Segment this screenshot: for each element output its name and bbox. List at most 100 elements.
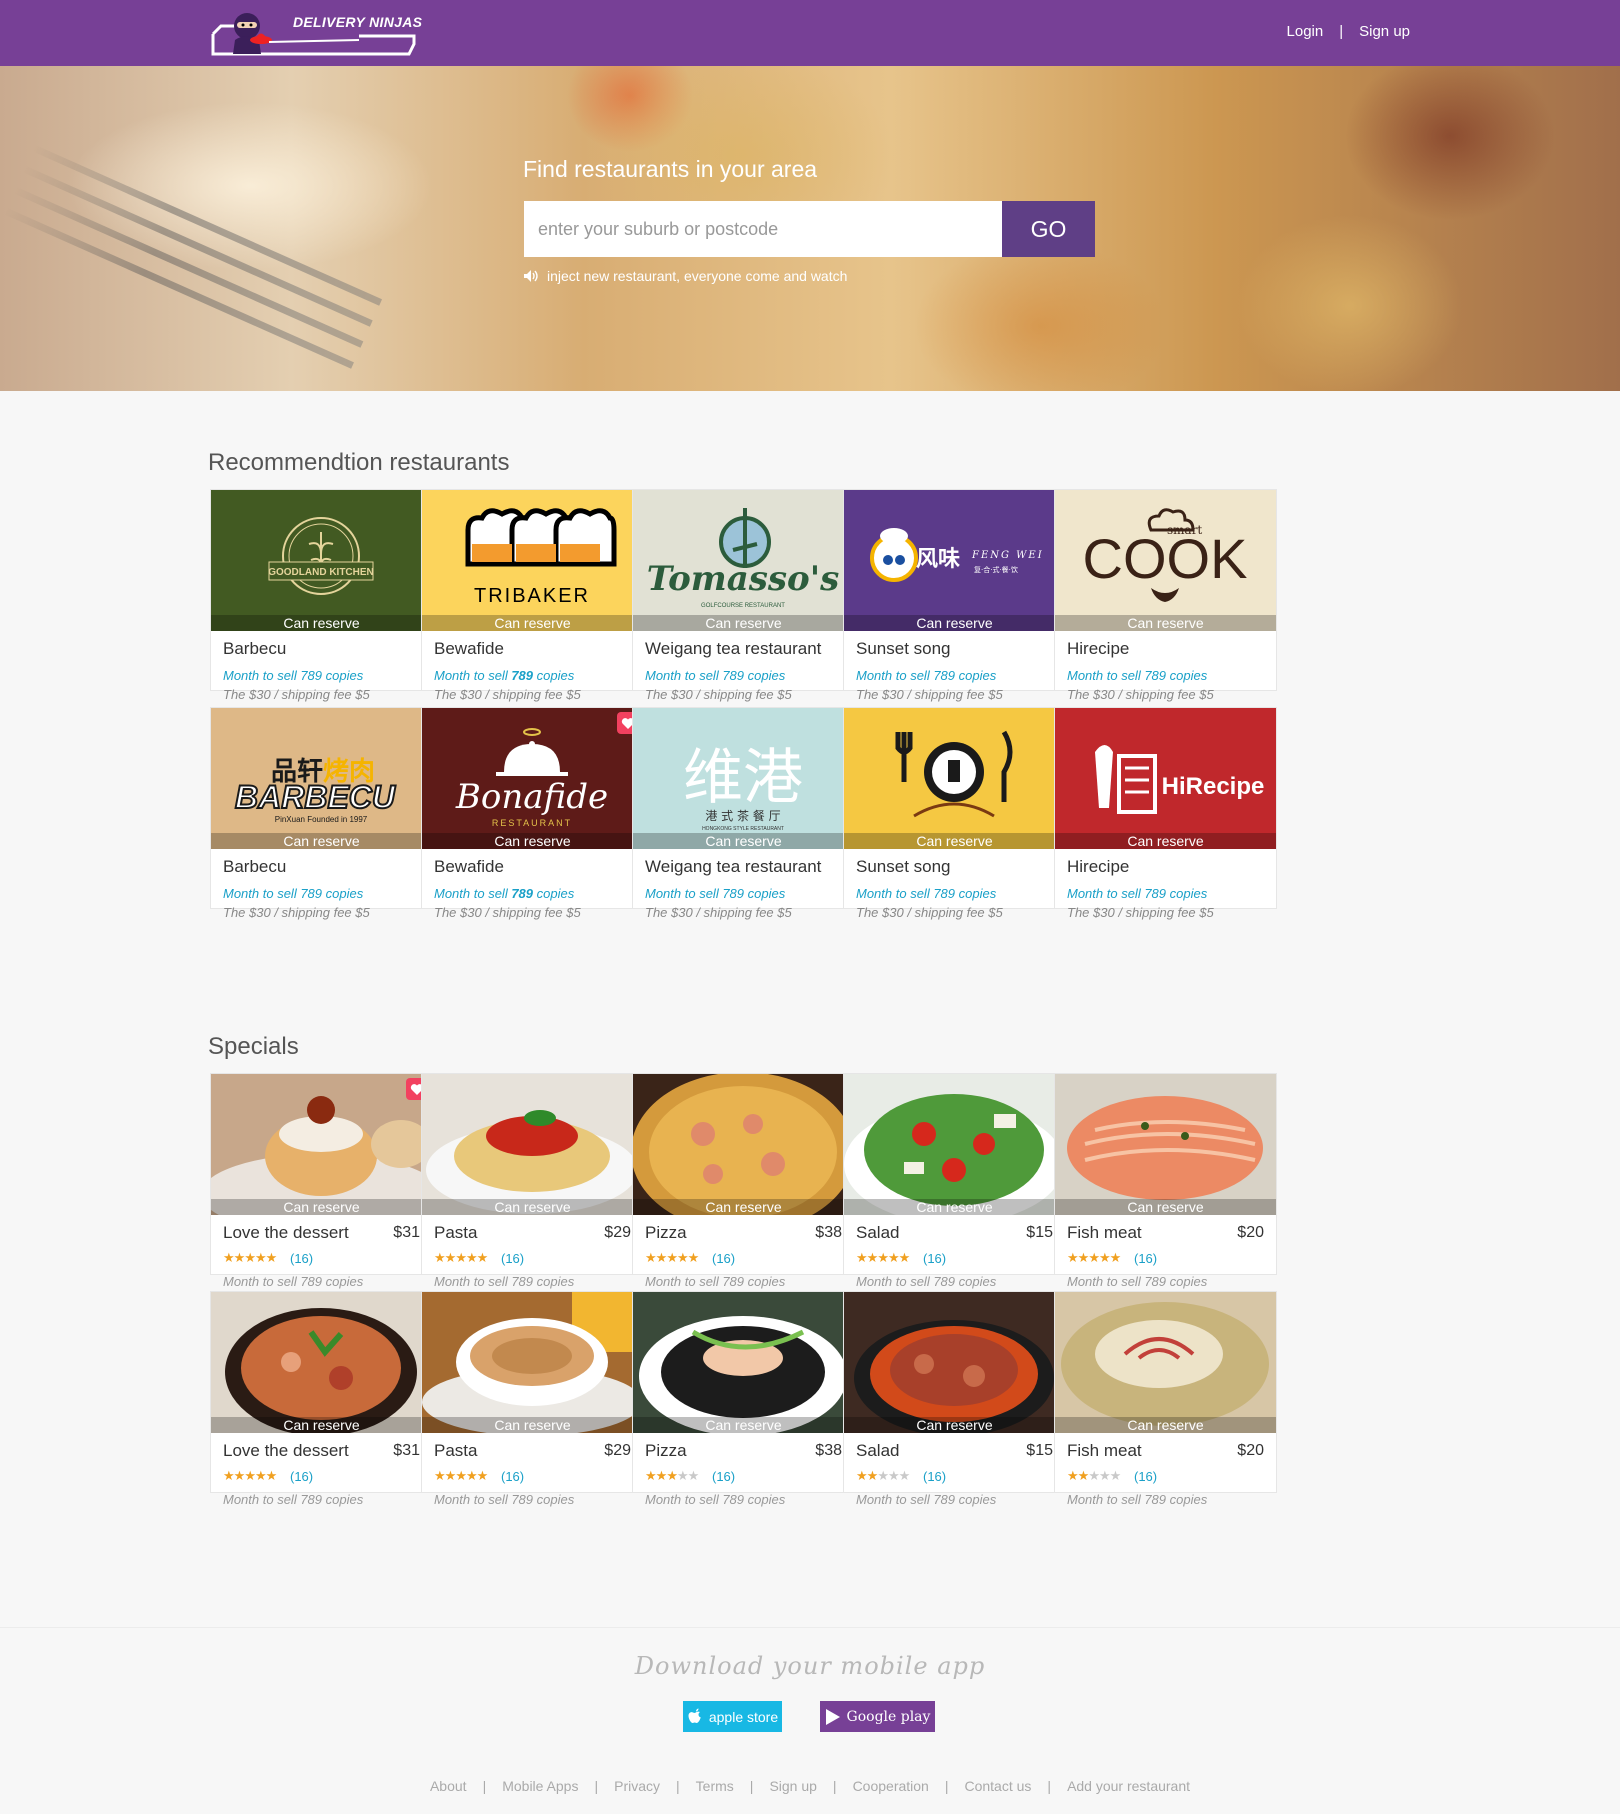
special-card[interactable]: Can reserve Love the dessert $31 ★★★★★ (16) M… (210, 1291, 433, 1507)
restaurant-logo-image[interactable]: TRIBAKER (422, 490, 643, 631)
star-icon: ★ (1077, 1250, 1090, 1265)
google-play-button[interactable]: Google play (820, 1701, 935, 1732)
food-image[interactable] (1055, 1074, 1276, 1215)
footer-link[interactable]: Add your restaurant (1067, 1778, 1190, 1794)
login-link[interactable]: Login (1287, 23, 1324, 40)
dish-name[interactable]: Pizza (645, 1223, 687, 1243)
special-card[interactable]: Can reserve Salad $15 ★★★★★ (16) Month to sel… (843, 1291, 1066, 1507)
food-image[interactable] (422, 1292, 643, 1433)
special-card[interactable]: Can reserve Pizza $38 ★★★★★ (16) Month to sel… (632, 1291, 855, 1507)
review-count[interactable]: (16) (923, 1251, 946, 1266)
signup-link[interactable]: Sign up (1359, 23, 1410, 40)
footer-link[interactable]: Cooperation (853, 1778, 929, 1794)
star-icon: ★ (254, 1468, 267, 1483)
review-count[interactable]: (16) (1134, 1469, 1157, 1484)
dish-name[interactable]: Love the dessert (223, 1441, 349, 1461)
food-image[interactable] (211, 1292, 432, 1433)
restaurant-card[interactable]: 品轩烤肉 BARBECU PinXuan Founded in 1997 Can re… (210, 707, 433, 920)
star-rating: ★★★★★ (223, 1468, 277, 1484)
notice-text[interactable]: inject new restaurant, everyone come and… (523, 268, 847, 284)
food-image[interactable] (211, 1074, 432, 1215)
restaurant-logo-image[interactable]: 风味 FENG WEI 复·合·式·餐·饮 (844, 490, 1065, 631)
special-card[interactable]: Can reserve Pasta $29 ★★★★★ (16) Month to sel… (421, 1073, 644, 1289)
dish-name[interactable]: Love the dessert (223, 1223, 349, 1243)
review-count[interactable]: (16) (923, 1469, 946, 1484)
restaurant-name[interactable]: Hirecipe (1067, 857, 1129, 877)
special-card[interactable]: Can reserve Love the dessert $31 ★★★★★ (16) M… (210, 1073, 433, 1289)
special-card[interactable]: Can reserve Pizza $38 ★★★★★ (16) Month to sel… (632, 1073, 855, 1289)
review-count[interactable]: (16) (501, 1251, 524, 1266)
restaurant-card[interactable]: TRIBAKER Can reserve Bewafide Month to sell… (421, 489, 644, 702)
food-image[interactable] (422, 1074, 643, 1215)
star-icon: ★ (465, 1468, 478, 1483)
ninja-logo[interactable] (209, 4, 417, 60)
dish-name[interactable]: Salad (856, 1441, 899, 1461)
restaurant-card[interactable]: COOK smart Can reserve Hirecipe Month to sel… (1054, 489, 1277, 702)
go-button[interactable]: GO (1002, 201, 1095, 257)
restaurant-card[interactable]: Tomasso's GOLFCOURSE RESTAURANT Can reserv… (632, 489, 855, 702)
dish-name[interactable]: Pasta (434, 1223, 477, 1243)
footer-link[interactable]: About (430, 1778, 467, 1794)
restaurant-name[interactable]: Bewafide (434, 857, 504, 877)
footer-link[interactable]: Privacy (614, 1778, 660, 1794)
location-search-input[interactable] (524, 201, 1002, 257)
restaurant-logo-image[interactable]: HiRecipe (1055, 708, 1276, 849)
restaurant-logo-image[interactable]: 品轩烤肉 BARBECU PinXuan Founded in 1997 (211, 708, 432, 849)
restaurant-name[interactable]: Barbecu (223, 639, 286, 659)
star-rating: ★★★★★ (645, 1250, 699, 1266)
special-card[interactable]: Can reserve Fish meat $20 ★★★★★ (16) Month to… (1054, 1291, 1277, 1507)
restaurant-card[interactable]: GOODLAND KITCHEN Can reserve Barbecu Month … (210, 489, 433, 702)
review-count[interactable]: (16) (712, 1251, 735, 1266)
food-image[interactable] (633, 1292, 854, 1433)
restaurant-name[interactable]: Bewafide (434, 639, 504, 659)
special-card[interactable]: Can reserve Fish meat $20 ★★★★★ (16) Month to… (1054, 1073, 1277, 1289)
footer-link[interactable]: Contact us (964, 1778, 1031, 1794)
restaurant-logo-image[interactable]: GOODLAND KITCHEN (211, 490, 432, 631)
restaurant-name[interactable]: Barbecu (223, 857, 286, 877)
review-count[interactable]: (16) (290, 1251, 313, 1266)
review-count[interactable]: (16) (1134, 1251, 1157, 1266)
dish-name[interactable]: Pizza (645, 1441, 687, 1461)
food-image[interactable] (1055, 1292, 1276, 1433)
restaurant-card[interactable]: 风味 FENG WEI 复·合·式·餐·饮 Can reserve Sunset son… (843, 489, 1066, 702)
restaurant-card[interactable]: 维港港 式 茶 餐 厅 HONGKONG STYLE RESTAURANT Can … (632, 707, 855, 920)
restaurant-name[interactable]: Weigang tea restaurant (645, 639, 821, 659)
footer-link[interactable]: Terms (696, 1778, 734, 1794)
star-icon: ★ (866, 1250, 879, 1265)
restaurant-name[interactable]: Hirecipe (1067, 639, 1129, 659)
dish-name[interactable]: Pasta (434, 1441, 477, 1461)
restaurant-card[interactable]: Can reserve Sunset song Month to sell 789 … (843, 707, 1066, 920)
special-card[interactable]: Can reserve Salad $15 ★★★★★ (16) Month to sel… (843, 1073, 1066, 1289)
star-icon: ★ (223, 1250, 235, 1265)
special-card[interactable]: Can reserve Pasta $29 ★★★★★ (16) Month to sel… (421, 1291, 644, 1507)
restaurant-logo-image[interactable]: COOK smart (1055, 490, 1276, 631)
restaurant-name[interactable]: Sunset song (856, 857, 951, 877)
review-count[interactable]: (16) (290, 1469, 313, 1484)
footer-link[interactable]: Sign up (769, 1778, 816, 1794)
food-image[interactable] (633, 1074, 854, 1215)
shipping-fee: The $30 / shipping fee $5 (645, 905, 792, 920)
restaurant-logo-image[interactable]: Bonafide RESTAURANT (422, 708, 643, 849)
footer-separator: | (676, 1778, 680, 1794)
speaker-icon (524, 270, 538, 282)
restaurant-card[interactable]: HiRecipe Can reserve Hirecipe Month to sell… (1054, 707, 1277, 920)
monthly-sales: Month to sell 789 copies (434, 668, 575, 683)
review-count[interactable]: (16) (501, 1469, 524, 1484)
svg-text:HiRecipe: HiRecipe (1162, 773, 1265, 800)
dish-name[interactable]: Fish meat (1067, 1441, 1142, 1461)
apple-store-button[interactable]: apple store (683, 1701, 782, 1732)
dish-name[interactable]: Fish meat (1067, 1223, 1142, 1243)
restaurant-logo-image[interactable]: 维港港 式 茶 餐 厅 HONGKONG STYLE RESTAURANT (633, 708, 854, 849)
restaurant-name[interactable]: Weigang tea restaurant (645, 857, 821, 877)
food-image[interactable] (844, 1292, 1065, 1433)
restaurant-card[interactable]: Bonafide RESTAURANT Can reserve Bewafide Mon… (421, 707, 644, 920)
dish-name[interactable]: Salad (856, 1223, 899, 1243)
food-image[interactable] (844, 1074, 1065, 1215)
review-count[interactable]: (16) (712, 1469, 735, 1484)
restaurant-logo-image[interactable]: Tomasso's GOLFCOURSE RESTAURANT (633, 490, 854, 631)
restaurant-logo-image[interactable] (844, 708, 1065, 849)
footer-link[interactable]: Mobile Apps (502, 1778, 578, 1794)
restaurant-name[interactable]: Sunset song (856, 639, 951, 659)
star-rating: ★★★★★ (645, 1468, 699, 1484)
footer-separator: | (749, 1778, 754, 1794)
